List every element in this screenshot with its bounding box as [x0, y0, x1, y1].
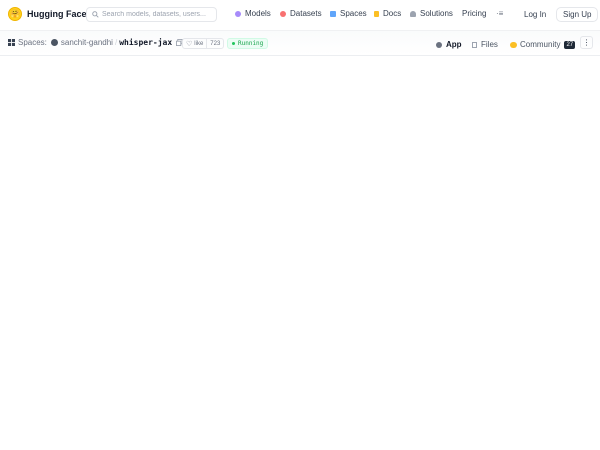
docs-icon: [374, 10, 379, 17]
nav-pricing-label: Pricing: [462, 9, 487, 18]
nav-solutions-label: Solutions: [420, 9, 453, 18]
nav-datasets-label: Datasets: [290, 9, 322, 18]
kebab-menu-icon: ⋮: [582, 38, 591, 47]
models-icon: [235, 10, 241, 17]
spaces-grid-icon: [8, 39, 15, 46]
more-options-button[interactable]: ⋮: [580, 36, 593, 49]
more-menu-icon: ·≡: [496, 9, 504, 18]
nav-docs[interactable]: Docs: [374, 9, 401, 18]
solutions-icon: [410, 10, 416, 17]
nav-pricing[interactable]: Pricing: [462, 9, 486, 18]
hugging-face-logo-icon: 🤗: [8, 7, 22, 21]
tab-files-label: Files: [481, 40, 498, 49]
top-nav-bar: 🤗 Hugging Face Models Datasets Spaces Do…: [0, 0, 600, 31]
search-box[interactable]: [86, 7, 217, 22]
signup-button[interactable]: Sign Up: [556, 7, 599, 22]
space-name[interactable]: whisper-jax: [119, 38, 172, 47]
nav-models-label: Models: [245, 9, 271, 18]
community-icon: [510, 41, 517, 48]
search-icon: [92, 11, 99, 18]
nav-models[interactable]: Models: [235, 9, 271, 18]
status-label: Running: [238, 40, 264, 47]
tab-app[interactable]: App: [436, 40, 462, 49]
space-header: Spaces: sanchit-gandhi / whisper-jax ♡ l…: [0, 31, 600, 85]
app-iframe-area[interactable]: [0, 56, 600, 450]
breadcrumb-section[interactable]: Spaces:: [18, 38, 47, 47]
owner-avatar: [50, 39, 58, 46]
spaces-icon: [330, 10, 336, 17]
heart-icon: ♡: [186, 40, 193, 48]
nav-spaces[interactable]: Spaces: [330, 9, 367, 18]
search-input[interactable]: [102, 11, 214, 18]
app-icon: [436, 41, 442, 48]
breadcrumb-owner[interactable]: sanchit-gandhi: [61, 38, 113, 47]
tab-community-label: Community: [520, 40, 561, 49]
nav-datasets[interactable]: Datasets: [280, 9, 322, 18]
breadcrumb: Spaces: sanchit-gandhi / whisper-jax: [8, 38, 183, 47]
tab-files[interactable]: Files: [472, 40, 498, 49]
login-link[interactable]: Log In: [524, 10, 546, 19]
brand-name: Hugging Face: [27, 9, 87, 19]
nav-docs-label: Docs: [383, 9, 402, 18]
tab-community[interactable]: Community 27: [510, 40, 576, 49]
datasets-icon: [280, 10, 286, 17]
like-count[interactable]: 723: [207, 41, 223, 47]
files-icon: [472, 41, 477, 48]
community-count-badge: 27: [564, 40, 576, 49]
status-dot-icon: [232, 42, 235, 45]
like-button[interactable]: ♡ like 723: [182, 38, 225, 49]
nav-more-menu[interactable]: ·≡: [496, 9, 503, 18]
nav-solutions[interactable]: Solutions: [410, 9, 453, 18]
breadcrumb-separator: /: [114, 38, 118, 47]
tab-app-label: App: [446, 40, 462, 49]
brand-link[interactable]: 🤗 Hugging Face: [8, 7, 87, 21]
nav-spaces-label: Spaces: [340, 9, 367, 18]
status-badge: Running: [227, 38, 269, 49]
like-label: like: [194, 40, 204, 47]
